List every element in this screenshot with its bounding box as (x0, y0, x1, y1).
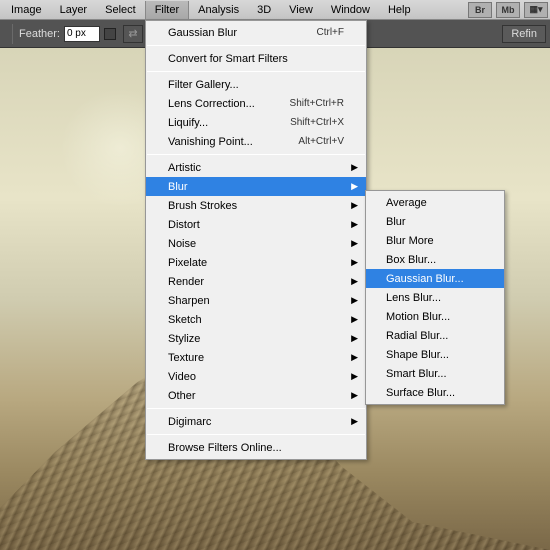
chevron-right-icon: ▶ (351, 200, 358, 211)
minibridge-icon[interactable]: Mb (496, 2, 520, 18)
divider (147, 434, 365, 435)
menu-group-video[interactable]: Video▶ (146, 367, 366, 386)
menu-group-sharpen[interactable]: Sharpen▶ (146, 291, 366, 310)
menu-group-pixelate[interactable]: Pixelate▶ (146, 253, 366, 272)
menu-liquify[interactable]: Liquify...Shift+Ctrl+X (146, 113, 366, 132)
divider (147, 154, 365, 155)
menu-group-noise[interactable]: Noise▶ (146, 234, 366, 253)
menu-group-render[interactable]: Render▶ (146, 272, 366, 291)
last-filter-shortcut: Ctrl+F (317, 27, 345, 38)
menu-lens-correction[interactable]: Lens Correction...Shift+Ctrl+R (146, 94, 366, 113)
blur-submenu: AverageBlurBlur MoreBox Blur...Gaussian … (365, 190, 505, 405)
bridge-icon[interactable]: Br (468, 2, 492, 18)
divider (147, 71, 365, 72)
menu-digimarc[interactable]: Digimarc▶ (146, 412, 366, 431)
menu-group-distort[interactable]: Distort▶ (146, 215, 366, 234)
main-menubar: Image Layer Select Filter Analysis 3D Vi… (0, 0, 550, 20)
submenu-gaussian-blur[interactable]: Gaussian Blur... (366, 269, 504, 288)
menu-analysis[interactable]: Analysis (189, 1, 248, 19)
chevron-right-icon: ▶ (351, 390, 358, 401)
menu-browse-online[interactable]: Browse Filters Online... (146, 438, 366, 457)
menu-select[interactable]: Select (96, 1, 145, 19)
refine-button[interactable]: Refin (502, 25, 546, 43)
menu-convert-smart[interactable]: Convert for Smart Filters (146, 49, 366, 68)
menu-window[interactable]: Window (322, 1, 379, 19)
menu-group-texture[interactable]: Texture▶ (146, 348, 366, 367)
chevron-right-icon: ▶ (351, 295, 358, 306)
film-icon[interactable]: ▦▾ (524, 2, 548, 18)
menu-layer[interactable]: Layer (51, 1, 97, 19)
menu-3d[interactable]: 3D (248, 1, 280, 19)
feather-label: Feather: (19, 28, 60, 40)
chevron-right-icon: ▶ (351, 219, 358, 230)
submenu-box-blur[interactable]: Box Blur... (366, 250, 504, 269)
menu-group-sketch[interactable]: Sketch▶ (146, 310, 366, 329)
chevron-right-icon: ▶ (351, 352, 358, 363)
last-filter-label: Gaussian Blur (168, 27, 317, 39)
submenu-average[interactable]: Average (366, 193, 504, 212)
chevron-right-icon: ▶ (351, 333, 358, 344)
chevron-right-icon: ▶ (351, 238, 358, 249)
menu-group-brush-strokes[interactable]: Brush Strokes▶ (146, 196, 366, 215)
submenu-shape-blur[interactable]: Shape Blur... (366, 345, 504, 364)
chevron-right-icon: ▶ (351, 371, 358, 382)
menu-vanishing-point[interactable]: Vanishing Point...Alt+Ctrl+V (146, 132, 366, 151)
chevron-right-icon: ▶ (351, 162, 358, 173)
menu-view[interactable]: View (280, 1, 322, 19)
chevron-right-icon: ▶ (351, 276, 358, 287)
submenu-blur-more[interactable]: Blur More (366, 231, 504, 250)
menu-group-other[interactable]: Other▶ (146, 386, 366, 405)
menu-filter[interactable]: Filter (145, 1, 189, 19)
menu-group-stylize[interactable]: Stylize▶ (146, 329, 366, 348)
submenu-surface-blur[interactable]: Surface Blur... (366, 383, 504, 402)
divider (147, 408, 365, 409)
menu-group-blur[interactable]: Blur▶ (146, 177, 366, 196)
antialias-checkbox[interactable] (104, 28, 116, 40)
chevron-right-icon: ▶ (351, 181, 358, 192)
menu-last-filter[interactable]: Gaussian Blur Ctrl+F (146, 23, 366, 42)
submenu-motion-blur[interactable]: Motion Blur... (366, 307, 504, 326)
menu-image[interactable]: Image (2, 1, 51, 19)
filter-dropdown: Gaussian Blur Ctrl+F Convert for Smart F… (145, 20, 367, 460)
submenu-lens-blur[interactable]: Lens Blur... (366, 288, 504, 307)
submenu-blur[interactable]: Blur (366, 212, 504, 231)
feather-input[interactable] (64, 26, 100, 42)
chevron-right-icon: ▶ (351, 314, 358, 325)
swap-icon[interactable]: ⇄ (123, 25, 143, 43)
submenu-radial-blur[interactable]: Radial Blur... (366, 326, 504, 345)
divider (147, 45, 365, 46)
menu-filter-gallery[interactable]: Filter Gallery... (146, 75, 366, 94)
menu-help[interactable]: Help (379, 1, 420, 19)
chevron-right-icon: ▶ (351, 257, 358, 268)
submenu-smart-blur[interactable]: Smart Blur... (366, 364, 504, 383)
chevron-right-icon: ▶ (351, 416, 358, 427)
menu-group-artistic[interactable]: Artistic▶ (146, 158, 366, 177)
